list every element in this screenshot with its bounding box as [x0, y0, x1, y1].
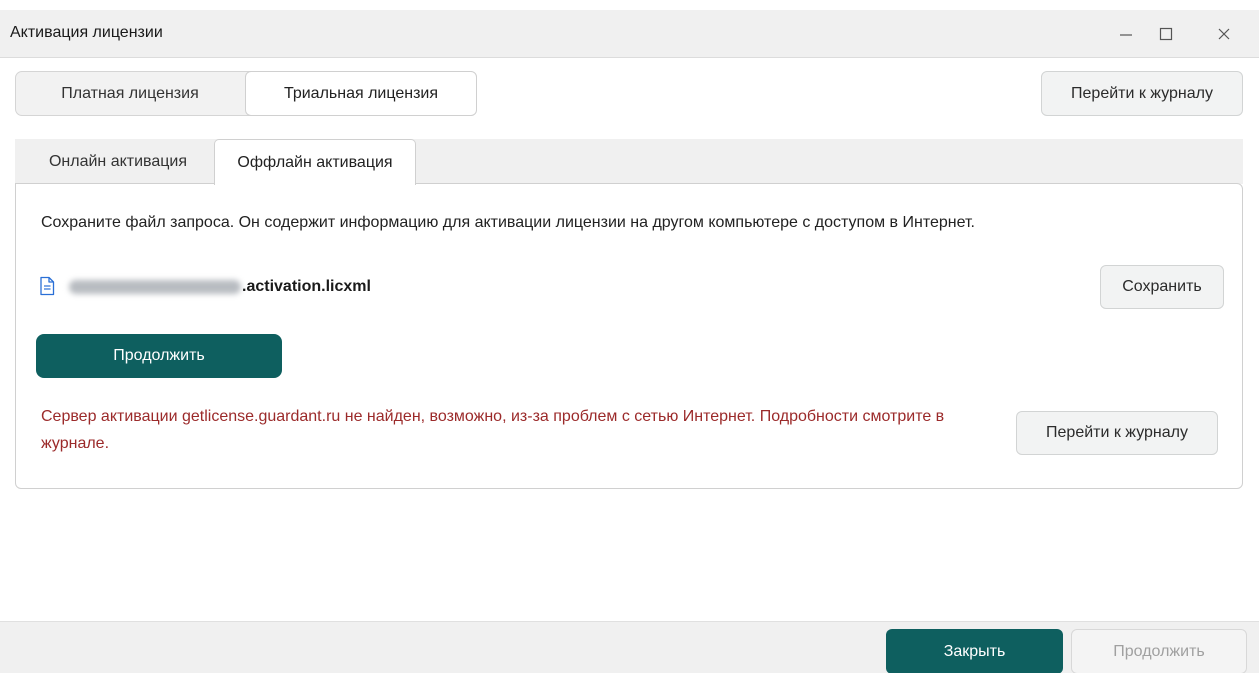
redacted-computer-name — [69, 280, 241, 294]
offline-description: Сохраните файл запроса. Он содержит инфо… — [41, 214, 975, 231]
save-button[interactable]: Сохранить — [1100, 265, 1224, 309]
tab-online-activation[interactable]: Онлайн активация — [23, 139, 213, 184]
offline-activation-panel: Сохраните файл запроса. Он содержит инфо… — [15, 183, 1243, 489]
maximize-button[interactable] — [1148, 16, 1184, 52]
title-bar: Активация лицензии — [0, 10, 1259, 58]
trial-license-option[interactable]: Триальная лицензия — [245, 71, 477, 116]
error-message: Сервер активации getlicense.guardant.ru … — [41, 408, 945, 452]
close-icon — [1218, 28, 1230, 40]
tab-offline-activation[interactable]: Оффлайн активация — [214, 139, 416, 185]
document-icon — [40, 276, 55, 296]
window-close-button[interactable] — [1206, 16, 1242, 52]
paid-license-option[interactable]: Платная лицензия — [16, 72, 244, 115]
panel-go-to-journal-button[interactable]: Перейти к журналу — [1016, 411, 1218, 455]
dialog-footer: Закрыть Продолжить — [0, 621, 1259, 673]
footer-continue-button-disabled[interactable]: Продолжить — [1071, 629, 1247, 673]
request-file-name: .activation.licxml — [242, 278, 371, 295]
window-title: Активация лицензии — [10, 24, 163, 41]
continue-button[interactable]: Продолжить — [36, 334, 282, 378]
go-to-journal-button[interactable]: Перейти к журналу — [1041, 71, 1243, 116]
minimize-button[interactable] — [1108, 16, 1144, 52]
license-type-switch: Платная лицензия Триальная лицензия — [15, 71, 477, 116]
maximize-icon — [1159, 27, 1173, 41]
minimize-icon — [1120, 34, 1132, 36]
close-button[interactable]: Закрыть — [886, 629, 1063, 673]
activation-tabs: Онлайн активация Оффлайн активация — [15, 139, 1243, 185]
